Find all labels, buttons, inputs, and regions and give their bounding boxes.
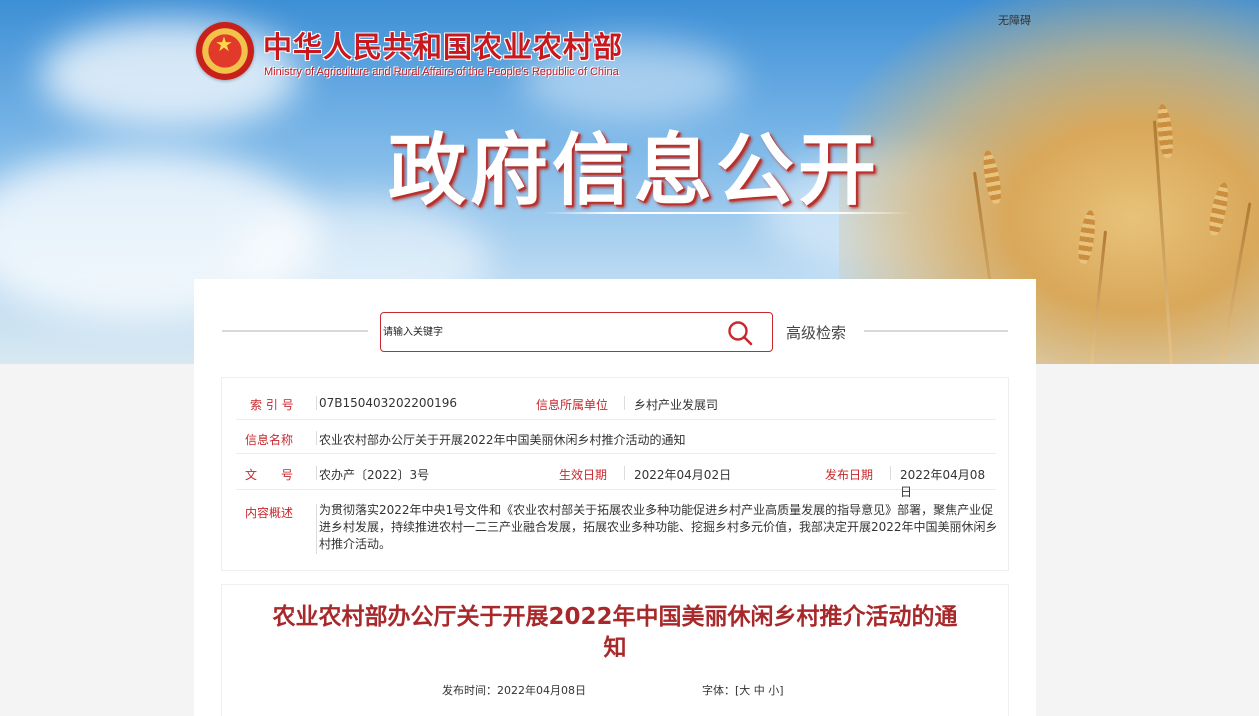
cloud-decoration <box>40 20 300 130</box>
font-medium-button[interactable]: 中 <box>754 684 765 697</box>
publish-date-label: 发布日期 <box>825 468 874 482</box>
section-title: 政府信息公开 <box>388 126 881 216</box>
doc-number-label: 文 号 <box>245 468 294 482</box>
doc-number-value: 农办产〔2022〕3号 <box>319 468 430 482</box>
summary-label: 内容概述 <box>245 506 294 520</box>
info-row-index: 索 引 号 07B150403202200196 信息所属单位 乡村产业发展司 <box>236 386 996 420</box>
separator <box>890 466 891 480</box>
name-label: 信息名称 <box>245 433 294 447</box>
search-input[interactable] <box>383 319 713 345</box>
index-label: 索 引 号 <box>250 398 294 412</box>
title-underline <box>542 212 910 214</box>
effective-date-value: 2022年04月02日 <box>634 468 732 482</box>
separator <box>316 504 317 554</box>
divider-right <box>864 330 1008 332</box>
separator <box>624 466 625 480</box>
summary-text: 为贯彻落实2022年中央1号文件和《农业农村部关于拓展农业多种功能促进乡村产业高… <box>319 503 998 551</box>
effective-date-label: 生效日期 <box>559 468 608 482</box>
font-size-label: 字体：[ <box>702 684 740 697</box>
star-icon: ★ <box>215 32 233 56</box>
separator <box>624 396 625 410</box>
separator <box>316 431 317 445</box>
article-publish-time: 发布时间：2022年04月08日 <box>442 684 586 697</box>
article-card: 农业农村部办公厅关于开展2022年中国美丽休闲乡村推介活动的通知 发布时间：20… <box>222 585 1008 716</box>
info-row-summary: 内容概述 为贯彻落实2022年中央1号文件和《农业农村部关于拓展农业多种功能促进… <box>236 490 998 560</box>
ministry-name-cn[interactable]: 中华人民共和国农业农村部 <box>263 24 623 66</box>
unit-value: 乡村产业发展司 <box>634 398 719 412</box>
search-icon[interactable] <box>727 320 753 346</box>
unit-label: 信息所属单位 <box>536 398 609 412</box>
accessibility-link[interactable]: 无障碍 <box>998 12 1031 28</box>
ministry-name-en[interactable]: Ministry of Agriculture and Rural Affair… <box>264 66 619 78</box>
separator <box>316 466 317 480</box>
advanced-search-link[interactable]: 高级检索 <box>786 322 846 343</box>
name-value: 农业农村部办公厅关于开展2022年中国美丽休闲乡村推介活动的通知 <box>319 433 686 447</box>
divider-left <box>222 330 368 332</box>
info-row-doc: 文 号 农办产〔2022〕3号 生效日期 2022年04月02日 发布日期 20… <box>236 454 996 499</box>
info-row-name: 信息名称 农业农村部办公厅关于开展2022年中国美丽休闲乡村推介活动的通知 <box>236 420 996 454</box>
font-large-button[interactable]: 大 <box>739 684 750 697</box>
national-emblem-icon: ★ <box>196 22 254 80</box>
font-small-button[interactable]: 小 <box>768 684 779 697</box>
font-size-control: 字体：[大 中 小] <box>702 682 784 698</box>
index-value: 07B150403202200196 <box>319 396 458 410</box>
search-box <box>380 312 773 352</box>
font-size-close: ] <box>779 684 784 697</box>
article-title: 农业农村部办公厅关于开展2022年中国美丽休闲乡村推介活动的通知 <box>272 604 958 661</box>
info-metadata-card: 索 引 号 07B150403202200196 信息所属单位 乡村产业发展司 … <box>222 378 1008 570</box>
separator <box>316 396 317 410</box>
